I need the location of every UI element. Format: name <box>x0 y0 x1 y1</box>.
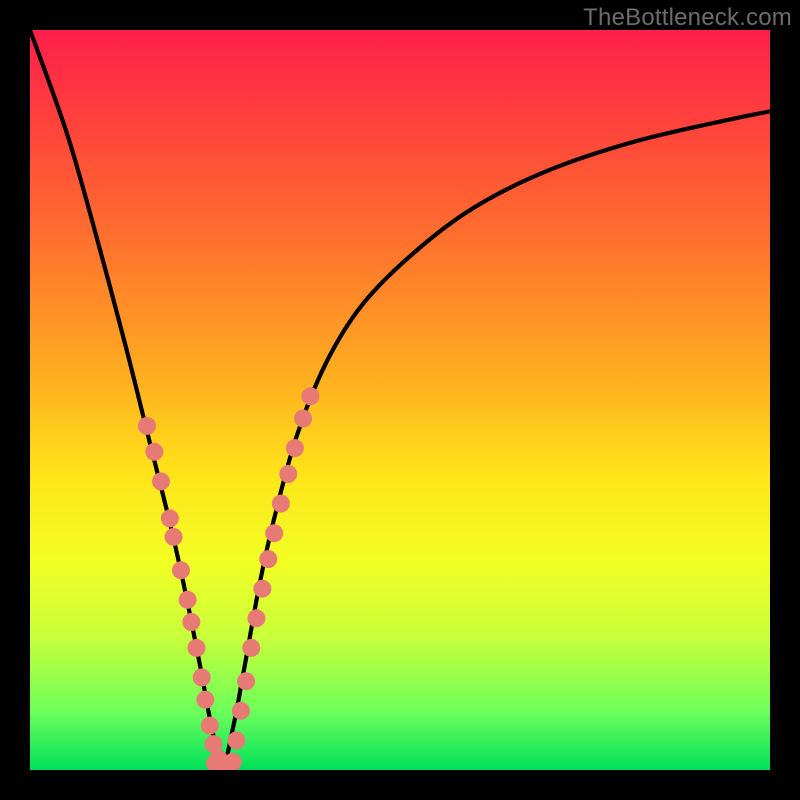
data-dot <box>286 439 304 457</box>
data-dot <box>242 639 260 657</box>
data-dot <box>193 669 211 687</box>
data-dot <box>265 524 283 542</box>
data-dot <box>279 465 297 483</box>
chart-svg <box>30 30 770 770</box>
data-dot <box>253 580 271 598</box>
data-dot <box>138 417 156 435</box>
data-dot <box>152 472 170 490</box>
data-dot <box>165 528 183 546</box>
data-dot <box>272 495 290 513</box>
watermark-label: TheBottleneck.com <box>583 4 792 32</box>
data-dot <box>145 443 163 461</box>
data-dot <box>196 691 214 709</box>
data-dot <box>227 731 245 749</box>
data-dot <box>172 561 190 579</box>
data-dot <box>201 717 219 735</box>
data-dot <box>232 702 250 720</box>
bottleneck-curve <box>30 30 770 766</box>
data-dot <box>259 550 277 568</box>
data-dot <box>179 591 197 609</box>
data-dot <box>247 609 265 627</box>
data-dot <box>294 410 312 428</box>
data-dot <box>237 672 255 690</box>
data-dot <box>161 509 179 527</box>
data-dot <box>301 387 319 405</box>
chart-frame: TheBottleneck.com <box>0 0 800 800</box>
data-dot <box>188 639 206 657</box>
data-dot <box>182 613 200 631</box>
plot-area <box>30 30 770 770</box>
